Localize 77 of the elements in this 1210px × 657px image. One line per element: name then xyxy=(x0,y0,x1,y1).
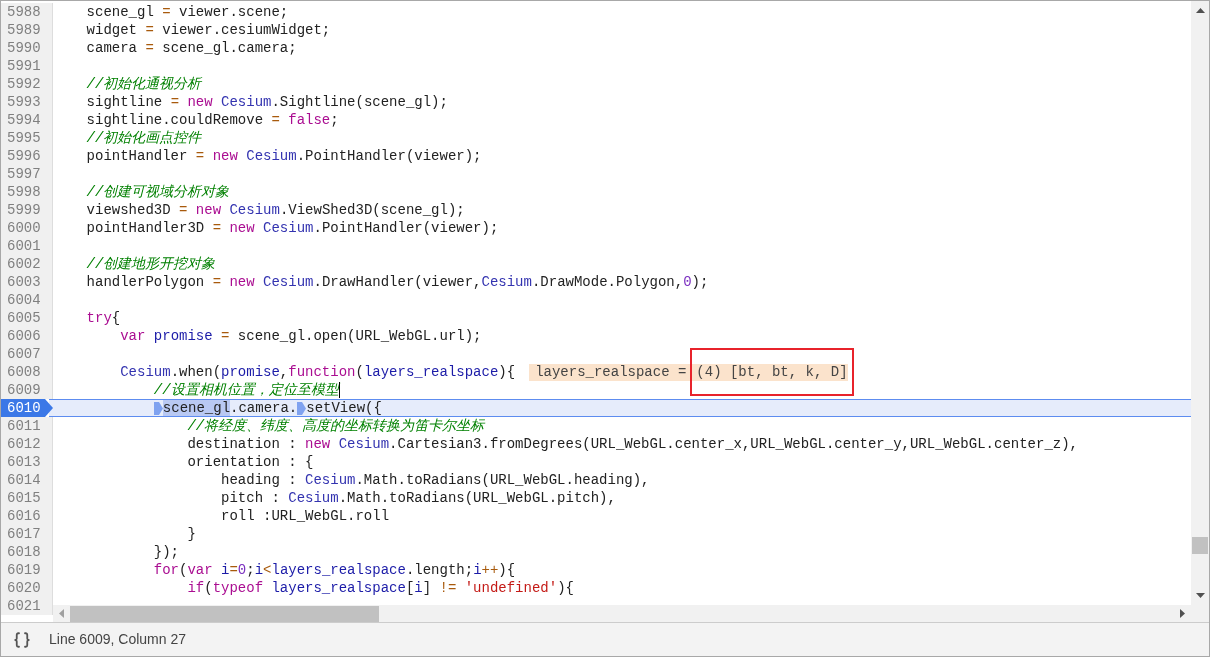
code-line: heading : Cesium.Math.toRadians(URL_WebGL.heading), xyxy=(220,470,650,490)
code-line: sightline.couldRemove = false; xyxy=(85,110,339,130)
line-number[interactable]: 5996 xyxy=(1,147,53,165)
code-line: //将经度、纬度、高度的坐标转换为笛卡尔坐标 xyxy=(186,416,485,436)
code-line: Cesium.when(promise,function(layers_realspace){ xyxy=(119,362,516,382)
line-number[interactable]: 6012 xyxy=(1,435,53,453)
horizontal-scrollbar[interactable] xyxy=(53,605,1191,622)
code-line: if(typeof layers_realspace[i] != 'undefined'){ xyxy=(186,578,574,598)
line-number[interactable]: 5989 xyxy=(1,21,53,39)
braces-icon[interactable] xyxy=(13,630,31,649)
code-line: destination : new Cesium.Cartesian3.fromDegrees(URL_WebGL.center_x,URL_WebGL.center_y,URL_WebGL.center_z), xyxy=(186,434,1078,454)
line-number[interactable]: 6013 xyxy=(1,453,53,471)
scroll-down-icon[interactable] xyxy=(1195,593,1205,598)
line-number[interactable]: 6006 xyxy=(1,327,53,345)
code-line: pointHandler = new Cesium.PointHandler(viewer); xyxy=(85,146,482,166)
step-marker-icon xyxy=(153,401,163,415)
vertical-scrollbar[interactable] xyxy=(1191,1,1209,622)
inline-value: (4) [bt, bt, k, D] xyxy=(690,348,854,396)
line-number[interactable]: 5998 xyxy=(1,183,53,201)
line-number[interactable]: 5994 xyxy=(1,111,53,129)
line-number[interactable]: 5988 xyxy=(1,3,53,21)
line-number[interactable]: 5990 xyxy=(1,39,53,57)
step-marker-icon xyxy=(297,401,307,415)
code-line: } xyxy=(186,524,196,544)
line-number[interactable]: 6014 xyxy=(1,471,53,489)
code-line: try{ xyxy=(85,308,121,328)
line-number[interactable]: 6003 xyxy=(1,273,53,291)
line-number[interactable]: 5991 xyxy=(1,57,53,75)
code-line: //创建可视域分析对象 xyxy=(85,182,230,202)
code-line: roll :URL_WebGL.roll xyxy=(220,506,390,526)
line-number[interactable]: 6008 xyxy=(1,363,53,381)
code-line: //设置相机位置，定位至模型 xyxy=(152,380,339,400)
line-number[interactable]: 6021 xyxy=(1,597,53,615)
scrollbar-thumb[interactable] xyxy=(70,605,379,622)
cursor-position: Line 6009, Column 27 xyxy=(49,630,186,649)
scroll-right-icon[interactable] xyxy=(1180,609,1185,618)
line-number[interactable]: 6002 xyxy=(1,255,53,273)
code-line: var promise = scene_gl.open(URL_WebGL.url); xyxy=(119,326,482,346)
line-number[interactable]: 6009 xyxy=(1,381,53,399)
line-number[interactable]: 6019 xyxy=(1,561,53,579)
line-number[interactable]: 5999 xyxy=(1,201,53,219)
code-fragment: scene_gl.camera. xyxy=(162,398,298,418)
line-number[interactable]: 6000 xyxy=(1,219,53,237)
line-number[interactable]: 6005 xyxy=(1,309,53,327)
line-number[interactable]: 6016 xyxy=(1,507,53,525)
code-line: sightline = new Cesium.Sightline(scene_gl); xyxy=(85,92,448,112)
code-line: }); xyxy=(152,542,180,562)
code-line: viewshed3D = new Cesium.ViewShed3D(scene_gl); xyxy=(85,200,465,220)
line-number[interactable]: 6020 xyxy=(1,579,53,597)
code-line: pointHandler3D = new Cesium.PointHandler(viewer); xyxy=(85,218,499,238)
line-number[interactable]: 6015 xyxy=(1,489,53,507)
line-number[interactable]: 5993 xyxy=(1,93,53,111)
line-number[interactable]: 6011 xyxy=(1,417,53,435)
code-line: widget = viewer.cesiumWidget; xyxy=(85,20,331,40)
line-number[interactable]: 5997 xyxy=(1,165,53,183)
code-line: orientation : { xyxy=(186,452,314,472)
line-number[interactable]: 6004 xyxy=(1,291,53,309)
scrollbar-thumb[interactable] xyxy=(1192,537,1208,554)
code-line: //创建地形开挖对象 xyxy=(85,254,216,274)
line-number[interactable]: 6007 xyxy=(1,345,53,363)
code-line: pitch : Cesium.Math.toRadians(URL_WebGL.pitch), xyxy=(220,488,616,508)
code-line: scene_gl = viewer.scene; xyxy=(85,2,289,22)
scroll-left-icon[interactable] xyxy=(59,609,64,618)
code-line: //初始化通视分析 xyxy=(85,74,202,94)
scroll-up-icon[interactable] xyxy=(1195,8,1205,13)
code-line: for(var i=0;i<layers_realspace.length;i++){ xyxy=(152,560,516,580)
line-number[interactable]: 6010 xyxy=(1,399,53,417)
code-line: //初始化画点控件 xyxy=(85,128,202,148)
code-fragment: setView({ xyxy=(306,398,382,418)
line-number[interactable]: 5992 xyxy=(1,75,53,93)
code-line: camera = scene_gl.camera; xyxy=(85,38,297,58)
line-number[interactable]: 6018 xyxy=(1,543,53,561)
line-number[interactable]: 5995 xyxy=(1,129,53,147)
code-line: handlerPolygon = new Cesium.DrawHandler(viewer,Cesium.DrawMode.Polygon,0); xyxy=(85,272,709,292)
line-number[interactable]: 6001 xyxy=(1,237,53,255)
line-number[interactable]: 6017 xyxy=(1,525,53,543)
inline-value-name: layers_realspace = xyxy=(535,362,687,382)
